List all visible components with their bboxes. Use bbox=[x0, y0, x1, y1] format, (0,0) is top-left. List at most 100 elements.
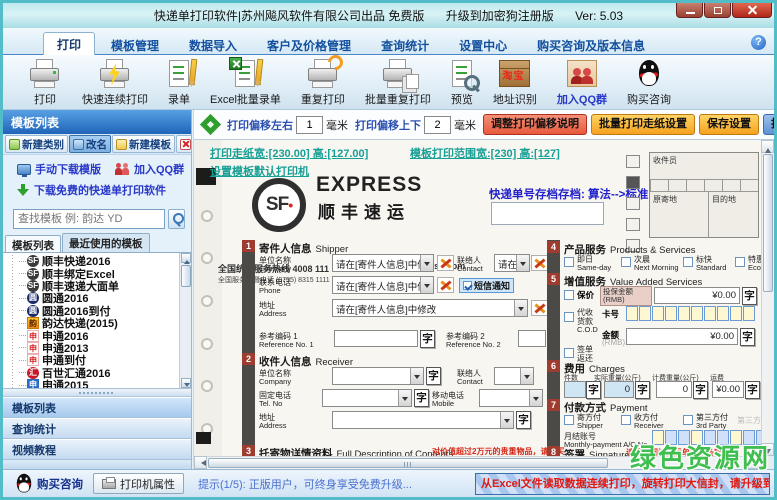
search-icon[interactable] bbox=[168, 209, 185, 229]
chevron-down-icon[interactable] bbox=[500, 412, 513, 428]
batch-paper-setting-button[interactable]: 批量打印走纸设置 bbox=[591, 114, 695, 135]
shipper-address-combo[interactable]: 请在[寄件人信息]中修改 bbox=[332, 299, 528, 317]
offset-ud-input[interactable] bbox=[424, 116, 451, 134]
scroll-up-icon[interactable] bbox=[761, 140, 774, 153]
shipper-pay-checkbox[interactable] bbox=[564, 415, 574, 425]
printer-properties-button[interactable]: 打印机属性 bbox=[93, 473, 184, 494]
corner-checkbox[interactable] bbox=[626, 218, 640, 231]
next-morning-checkbox[interactable] bbox=[621, 257, 631, 267]
charge-weight-input[interactable]: 0 bbox=[656, 381, 692, 398]
font-button[interactable]: 字 bbox=[635, 381, 650, 399]
sidebar-splitter[interactable] bbox=[3, 389, 191, 397]
card-number-boxes[interactable] bbox=[626, 306, 756, 321]
scroll-left-icon[interactable] bbox=[194, 456, 207, 469]
free-download-link[interactable]: 下载免费的快递单打印软件 bbox=[34, 182, 166, 198]
chevron-down-icon[interactable] bbox=[529, 390, 542, 406]
tree-scroll-thumb[interactable] bbox=[181, 265, 191, 287]
corner-checkbox[interactable] bbox=[626, 155, 640, 168]
join-qq-link[interactable]: 加入QQ群 bbox=[134, 161, 184, 177]
record-entry-button[interactable]: 录单 bbox=[165, 56, 193, 109]
receiver-contact-combo[interactable] bbox=[494, 367, 534, 385]
tab-recent-templates[interactable]: 最近使用的模板 bbox=[62, 233, 150, 252]
preview-button[interactable]: 预览 bbox=[448, 56, 476, 109]
reference1-input[interactable] bbox=[334, 330, 418, 347]
horizontal-scroll-thumb[interactable] bbox=[208, 458, 608, 468]
manual-download-link[interactable]: 手动下载模版 bbox=[35, 161, 101, 177]
quick-continuous-print-button[interactable]: 快速连续打印 bbox=[79, 56, 151, 109]
template-range-link[interactable]: 模板打印范围宽:[230] 高:[127] bbox=[410, 145, 560, 161]
font-button[interactable]: 字 bbox=[693, 381, 708, 399]
tab-template-manage[interactable]: 模板管理 bbox=[97, 33, 173, 54]
font-button[interactable]: 字 bbox=[745, 381, 760, 399]
clear-field-icon[interactable] bbox=[437, 255, 454, 271]
upgrade-marquee[interactable]: 从Excel文件读取数据连续打印，旋转打印大信封，请升级到注册版使用 bbox=[475, 473, 770, 495]
font-button[interactable]: 字 bbox=[414, 389, 429, 407]
receiver-pay-checkbox[interactable] bbox=[621, 415, 631, 425]
accordion-video-tutorial[interactable]: 视频教程 bbox=[3, 439, 191, 460]
shipper-phone-combo[interactable]: 请在[寄件人信息]中修 bbox=[332, 276, 434, 294]
scroll-down-icon[interactable] bbox=[181, 378, 191, 388]
shipper-contact-combo[interactable]: 请在[ bbox=[494, 254, 530, 272]
reprint-button[interactable]: 重复打印 bbox=[298, 56, 348, 109]
join-qq-group-button[interactable]: 加入QQ群 bbox=[554, 56, 610, 109]
address-recognize-button[interactable]: 淘宝 地址识别 bbox=[490, 56, 540, 109]
tab-settings-center[interactable]: 设置中心 bbox=[445, 33, 521, 54]
vertical-scrollbar[interactable] bbox=[761, 140, 774, 456]
standard-checkbox[interactable] bbox=[683, 257, 693, 267]
delete-button[interactable]: 删除 bbox=[176, 135, 191, 153]
tab-data-import[interactable]: 数据导入 bbox=[175, 33, 251, 54]
cod-checkbox[interactable] bbox=[564, 312, 574, 322]
minimize-button[interactable] bbox=[676, 3, 703, 18]
third-party-pay-checkbox[interactable] bbox=[683, 415, 693, 425]
insurance-checkbox[interactable] bbox=[564, 290, 574, 300]
chevron-down-icon[interactable] bbox=[410, 368, 423, 384]
rename-button[interactable]: 改名 bbox=[69, 135, 111, 153]
receiver-company-combo[interactable] bbox=[332, 367, 424, 385]
tab-customer-price[interactable]: 客户及价格管理 bbox=[253, 33, 365, 54]
chevron-down-icon[interactable] bbox=[516, 255, 529, 271]
batch-reprint-button[interactable]: 批量重复打印 bbox=[362, 56, 434, 109]
save-settings-button[interactable]: 保存设置 bbox=[699, 114, 759, 135]
receiver-address-combo[interactable] bbox=[332, 411, 514, 429]
new-template-button[interactable]: 新建模板 bbox=[112, 135, 175, 153]
reference2-input[interactable] bbox=[518, 330, 546, 347]
insured-amount-input[interactable]: ¥0.00 bbox=[654, 287, 740, 304]
scroll-up-icon[interactable] bbox=[181, 253, 191, 263]
shipper-company-combo[interactable]: 请在[寄件人信息]中修 bbox=[332, 254, 434, 272]
accordion-template-list[interactable]: 模板列表 bbox=[3, 397, 191, 418]
search-input[interactable] bbox=[13, 209, 165, 229]
font-button[interactable]: 字 bbox=[516, 411, 531, 429]
tab-query-stats[interactable]: 查询统计 bbox=[367, 33, 443, 54]
offset-lr-input[interactable] bbox=[296, 116, 323, 134]
maximize-button[interactable] bbox=[704, 3, 731, 18]
tab-template-list[interactable]: 模板列表 bbox=[5, 235, 61, 252]
actual-weight-input[interactable]: 0 bbox=[604, 381, 634, 398]
excel-batch-entry-button[interactable]: Excel批量录单 bbox=[207, 56, 284, 109]
adjust-offset-help-button[interactable]: 调整打印偏移说明 bbox=[483, 114, 587, 135]
font-button[interactable]: 字 bbox=[742, 287, 757, 305]
freight-input[interactable]: ¥0.00 bbox=[712, 381, 744, 398]
accordion-query-stats[interactable]: 查询统计 bbox=[3, 418, 191, 439]
chevron-down-icon[interactable] bbox=[520, 368, 533, 384]
receipt-return-checkbox[interactable] bbox=[564, 348, 574, 358]
chevron-down-icon[interactable] bbox=[420, 277, 433, 293]
font-button[interactable]: 字 bbox=[426, 367, 441, 385]
help-icon[interactable]: ? bbox=[751, 35, 766, 50]
corner-checkbox[interactable] bbox=[626, 197, 640, 210]
tab-print[interactable]: 打印 bbox=[43, 32, 95, 55]
chevron-down-icon[interactable] bbox=[514, 300, 527, 316]
tree-scrollbar[interactable] bbox=[179, 253, 191, 388]
font-button[interactable]: 字 bbox=[420, 330, 435, 348]
default-printer-link[interactable]: 设置模板默认打印机 bbox=[210, 163, 309, 179]
receiver-tel-combo[interactable] bbox=[322, 389, 412, 407]
chevron-down-icon[interactable] bbox=[420, 255, 433, 271]
font-button[interactable]: 字 bbox=[740, 328, 755, 346]
receiver-mobile-combo[interactable] bbox=[479, 389, 543, 407]
batch-font-button[interactable]: 批量设置字体 bbox=[763, 114, 774, 135]
cod-amount-input[interactable]: ¥0.00 bbox=[626, 328, 738, 345]
same-day-checkbox[interactable] bbox=[564, 257, 574, 267]
font-button[interactable]: 字 bbox=[586, 381, 601, 399]
corner-checkbox-filled[interactable] bbox=[626, 176, 640, 189]
clear-field-icon[interactable] bbox=[531, 300, 548, 316]
chevron-down-icon[interactable] bbox=[398, 390, 411, 406]
